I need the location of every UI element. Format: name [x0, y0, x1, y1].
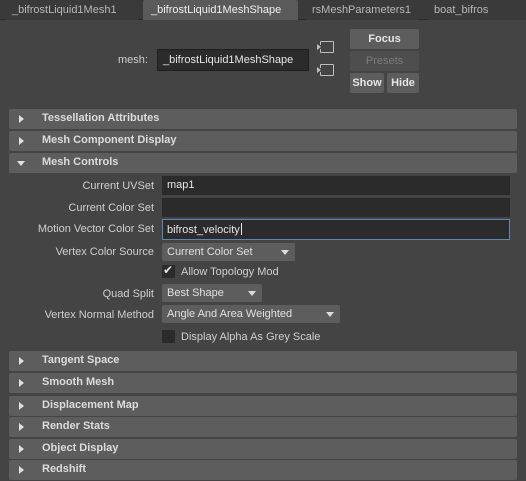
mesh-name-field[interactable]: _bifrostLiquid1MeshShape — [157, 49, 309, 71]
chevron-down-icon — [326, 312, 334, 317]
section-object-display[interactable]: Object Display — [9, 439, 517, 459]
section-title: Smooth Mesh — [42, 376, 115, 388]
section-title: Mesh Component Display — [42, 134, 177, 146]
motion-vector-colorset-field[interactable]: bifrost_velocity — [162, 219, 510, 240]
section-tangent-space[interactable]: Tangent Space — [9, 351, 517, 371]
section-tessellation-attributes[interactable]: Tessellation Attributes — [9, 109, 517, 129]
current-colorset-label: Current Color Set — [68, 202, 154, 214]
current-uvset-label: Current UVSet — [82, 180, 154, 192]
section-displacement-map[interactable]: Displacement Map — [9, 396, 517, 416]
presets-button: Presets — [350, 51, 419, 71]
tab-rs-mesh-parameters[interactable]: rsMeshParameters1 — [306, 0, 418, 20]
display-alpha-label: Display Alpha As Grey Scale — [181, 331, 321, 343]
section-mesh-component-display[interactable]: Mesh Component Display — [9, 131, 517, 151]
tab-bifrost-liquid-mesh[interactable]: _bifrostLiquid1Mesh1 — [6, 0, 138, 20]
hide-button[interactable]: Hide — [387, 73, 419, 93]
section-title: Displacement Map — [42, 399, 139, 411]
section-title: Mesh Controls — [42, 156, 119, 168]
expand-arrow-icon — [19, 115, 24, 123]
section-title: Redshift — [42, 463, 86, 475]
section-redshift[interactable]: Redshift — [9, 460, 517, 480]
chevron-down-icon — [281, 250, 289, 255]
expand-arrow-icon — [19, 357, 24, 365]
quad-split-label: Quad Split — [102, 288, 154, 300]
expand-arrow-icon — [19, 466, 24, 474]
text-cursor — [240, 223, 242, 235]
section-mesh-controls[interactable]: Mesh Controls — [9, 153, 517, 173]
section-title: Render Stats — [42, 420, 110, 432]
expand-arrow-icon — [19, 445, 24, 453]
show-button[interactable]: Show — [350, 73, 384, 93]
focus-button[interactable]: Focus — [350, 29, 419, 49]
expand-arrow-icon — [19, 423, 24, 431]
vertex-normal-method-dropdown[interactable]: Angle And Area Weighted — [162, 305, 340, 323]
expand-arrow-icon — [19, 379, 24, 387]
quad-split-dropdown[interactable]: Best Shape — [162, 284, 262, 302]
section-render-stats[interactable]: Render Stats — [9, 417, 517, 437]
vertex-color-source-label: Vertex Color Source — [55, 246, 154, 258]
tab-boat-bifrost[interactable]: boat_bifros — [428, 0, 526, 20]
expand-arrow-icon — [19, 402, 24, 410]
collapse-arrow-icon — [17, 161, 25, 166]
tab-bifrost-liquid-mesh-shape[interactable]: _bifrostLiquid1MeshShape — [143, 0, 298, 20]
section-title: Tessellation Attributes — [42, 112, 160, 124]
vertex-normal-method-label: Vertex Normal Method — [44, 309, 154, 321]
section-smooth-mesh[interactable]: Smooth Mesh — [9, 373, 517, 393]
tab-bar: _bifrostLiquid1Mesh1 _bifrostLiquid1Mesh… — [0, 0, 526, 20]
allow-topology-checkbox[interactable]: ✔ — [162, 263, 175, 278]
section-title: Object Display — [42, 442, 119, 454]
vertex-color-source-dropdown[interactable]: Current Color Set — [162, 243, 295, 261]
display-alpha-checkbox[interactable] — [162, 330, 175, 343]
output-connection-icon[interactable] — [316, 64, 334, 76]
motion-vector-colorset-label: Motion Vector Color Set — [37, 223, 154, 235]
current-uvset-field[interactable]: map1 — [162, 176, 510, 195]
expand-arrow-icon — [19, 137, 24, 145]
input-connection-icon[interactable] — [316, 41, 334, 53]
section-title: Tangent Space — [42, 354, 120, 366]
current-colorset-field[interactable] — [162, 198, 510, 217]
mesh-label: mesh: — [118, 54, 148, 66]
allow-topology-label: Allow Topology Mod — [181, 266, 279, 278]
checkmark-icon: ✔ — [163, 263, 174, 277]
chevron-down-icon — [248, 291, 256, 296]
